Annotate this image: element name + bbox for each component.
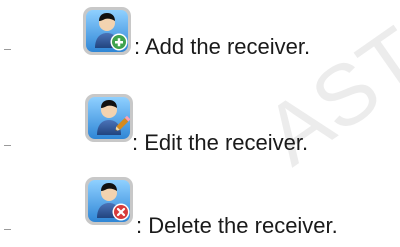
- user-delete-icon: [83, 175, 135, 227]
- add-receiver-label: : Add the receiver.: [134, 34, 311, 59]
- user-add-icon: [81, 5, 133, 57]
- user-edit-icon: [83, 92, 135, 144]
- bullet-dash: [4, 229, 11, 230]
- bullet-dash: [4, 49, 11, 50]
- list-item-edit: : Edit the receiver.: [0, 88, 400, 155]
- delete-receiver-label: : Delete the receiver.: [136, 213, 338, 238]
- list-item-delete: : Delete the receiver.: [0, 172, 400, 238]
- bullet-dash: [4, 145, 11, 146]
- edit-receiver-label: : Edit the receiver.: [132, 130, 309, 155]
- list-item-add: : Add the receiver.: [0, 0, 400, 60]
